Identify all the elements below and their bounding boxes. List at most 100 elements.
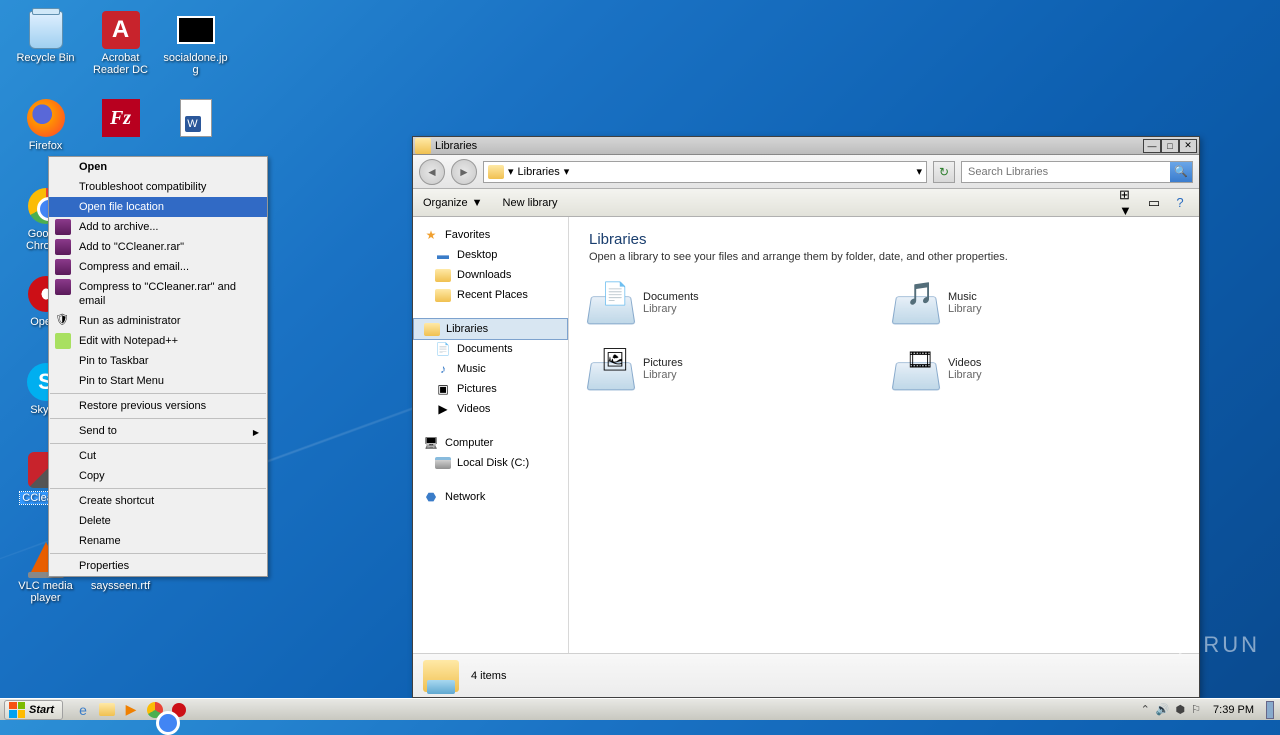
menu-item[interactable]: Edit with Notepad++ [49,331,267,351]
flag-icon[interactable]: ⚐ [1191,703,1201,716]
library-documents[interactable]: 📄DocumentsLibrary [589,281,874,325]
library-videos[interactable]: 🎞VideosLibrary [894,347,1179,391]
music-icon: ♪ [435,361,451,377]
videos-icon: ▶ [435,401,451,417]
back-button[interactable]: ◄ [419,159,445,185]
help-button[interactable]: ? [1171,194,1189,212]
nav-desktop[interactable]: ▬Desktop [413,245,568,265]
folder-icon [488,165,504,179]
menu-item[interactable]: Run as administrator🛡 [49,311,267,331]
nav-libraries[interactable]: Libraries [413,318,568,340]
folder-icon [415,138,431,154]
start-button[interactable]: Start [4,700,63,720]
word-icon [180,99,212,137]
desktop[interactable]: Recycle Bin AAcrobat Reader DC socialdon… [0,0,1280,698]
folder-icon [435,269,451,282]
search-button[interactable]: 🔍 [1170,162,1192,182]
close-button[interactable]: ✕ [1179,139,1197,153]
adobe-icon: A [102,11,140,49]
chevron-down-icon[interactable]: ▾ [916,165,922,178]
nav-documents[interactable]: 📄Documents [413,339,568,359]
menu-item[interactable]: Pin to Start Menu [49,371,267,391]
menu-item[interactable]: Troubleshoot compatibility [49,177,267,197]
nav-videos[interactable]: ▶Videos [413,399,568,419]
taskbar-chrome[interactable] [145,701,165,719]
menu-item[interactable]: Compress to "CCleaner.rar" and email [49,277,267,311]
npp-icon [55,333,71,349]
refresh-button[interactable]: ↻ [933,161,955,183]
command-bar: Organize ▼ New library ⊞ ▼ ▭ ? [413,189,1199,217]
view-options-button[interactable]: ⊞ ▼ [1119,194,1137,212]
library-name: Documents [643,291,699,303]
nav-toolbar: ◄ ► ▾ Libraries ▾ ▾ ↻ 🔍 [413,155,1199,189]
nav-favorites[interactable]: ★Favorites [413,225,568,245]
minimize-button[interactable]: — [1143,139,1161,153]
window-title: Libraries [435,140,1143,152]
menu-item[interactable]: Open file location [49,197,267,217]
menu-item[interactable]: Add to "CCleaner.rar" [49,237,267,257]
nav-computer[interactable]: 🖥Computer [413,433,568,453]
menu-item[interactable]: Pin to Taskbar [49,351,267,371]
search-box[interactable]: 🔍 [961,161,1193,183]
menu-item[interactable]: Send to▶ [49,421,267,441]
filezilla-icon: Fz [102,99,140,137]
menu-item[interactable]: Copy [49,466,267,486]
volume-icon[interactable]: 🔊 [1156,703,1170,716]
nav-recent[interactable]: Recent Places [413,285,568,305]
taskbar-explorer[interactable] [97,701,117,719]
nav-pictures[interactable]: ▣Pictures [413,379,568,399]
chevron-down-icon: ▼ [472,197,483,209]
menu-item[interactable]: Create shortcut [49,491,267,511]
menu-item[interactable]: Delete [49,511,267,531]
preview-pane-button[interactable]: ▭ [1145,194,1163,212]
libraries-icon [423,660,459,692]
menu-separator [50,488,266,489]
tray-expand-icon[interactable]: ⌃ [1141,703,1150,716]
title-bar[interactable]: Libraries — □ ✕ [413,137,1199,155]
menu-item[interactable]: Compress and email... [49,257,267,277]
context-menu: OpenTroubleshoot compatibilityOpen file … [48,156,268,577]
desktop-icon-socialdone[interactable]: socialdone.jpg [158,8,233,88]
desktop-icon-acrobat[interactable]: AAcrobat Reader DC [83,8,158,88]
documents-icon: 📄 [435,341,451,357]
tray-icon[interactable]: ⬢ [1176,703,1186,716]
desktop-icon: ▬ [435,247,451,263]
menu-item[interactable]: Restore previous versions [49,396,267,416]
nav-downloads[interactable]: Downloads [413,265,568,285]
library-music[interactable]: 🎵MusicLibrary [894,281,1179,325]
menu-item[interactable]: Open [49,157,267,177]
taskbar-media[interactable]: ▶ [121,701,141,719]
show-desktop-button[interactable] [1266,701,1274,719]
nav-music[interactable]: ♪Music [413,359,568,379]
forward-button[interactable]: ► [451,159,477,185]
library-type: Library [948,369,982,381]
desktop-icon-recycle-bin[interactable]: Recycle Bin [8,8,83,88]
watermark: ANY RUN [1117,632,1260,658]
organize-menu[interactable]: Organize ▼ [423,197,483,209]
rar-icon [55,239,71,255]
nav-network[interactable]: ⬣Network [413,487,568,507]
shield-icon: 🛡 [55,313,71,329]
library-name: Music [948,291,982,303]
nav-pane: ★Favorites ▬Desktop Downloads Recent Pla… [413,217,569,653]
taskbar-ie[interactable]: e [73,701,93,719]
pictures-icon: ▣ [435,381,451,397]
menu-item[interactable]: Rename [49,531,267,551]
menu-item[interactable]: Properties [49,556,267,576]
content-heading: Libraries [589,231,1179,248]
folder-icon [435,289,451,302]
new-library-button[interactable]: New library [503,197,558,209]
menu-item[interactable]: Add to archive... [49,217,267,237]
library-pictures[interactable]: 🖼PicturesLibrary [589,347,874,391]
maximize-button[interactable]: □ [1161,139,1179,153]
library-type: Library [643,369,683,381]
nav-local-disk[interactable]: Local Disk (C:) [413,453,568,473]
submenu-arrow-icon: ▶ [253,426,259,440]
libraries-icon [424,323,440,336]
address-bar[interactable]: ▾ Libraries ▾ ▾ [483,161,927,183]
search-input[interactable] [962,166,1170,178]
clock[interactable]: 7:39 PM [1207,704,1260,716]
breadcrumb[interactable]: Libraries [518,166,560,178]
menu-item[interactable]: Cut [49,446,267,466]
windows-logo-icon [9,702,25,718]
